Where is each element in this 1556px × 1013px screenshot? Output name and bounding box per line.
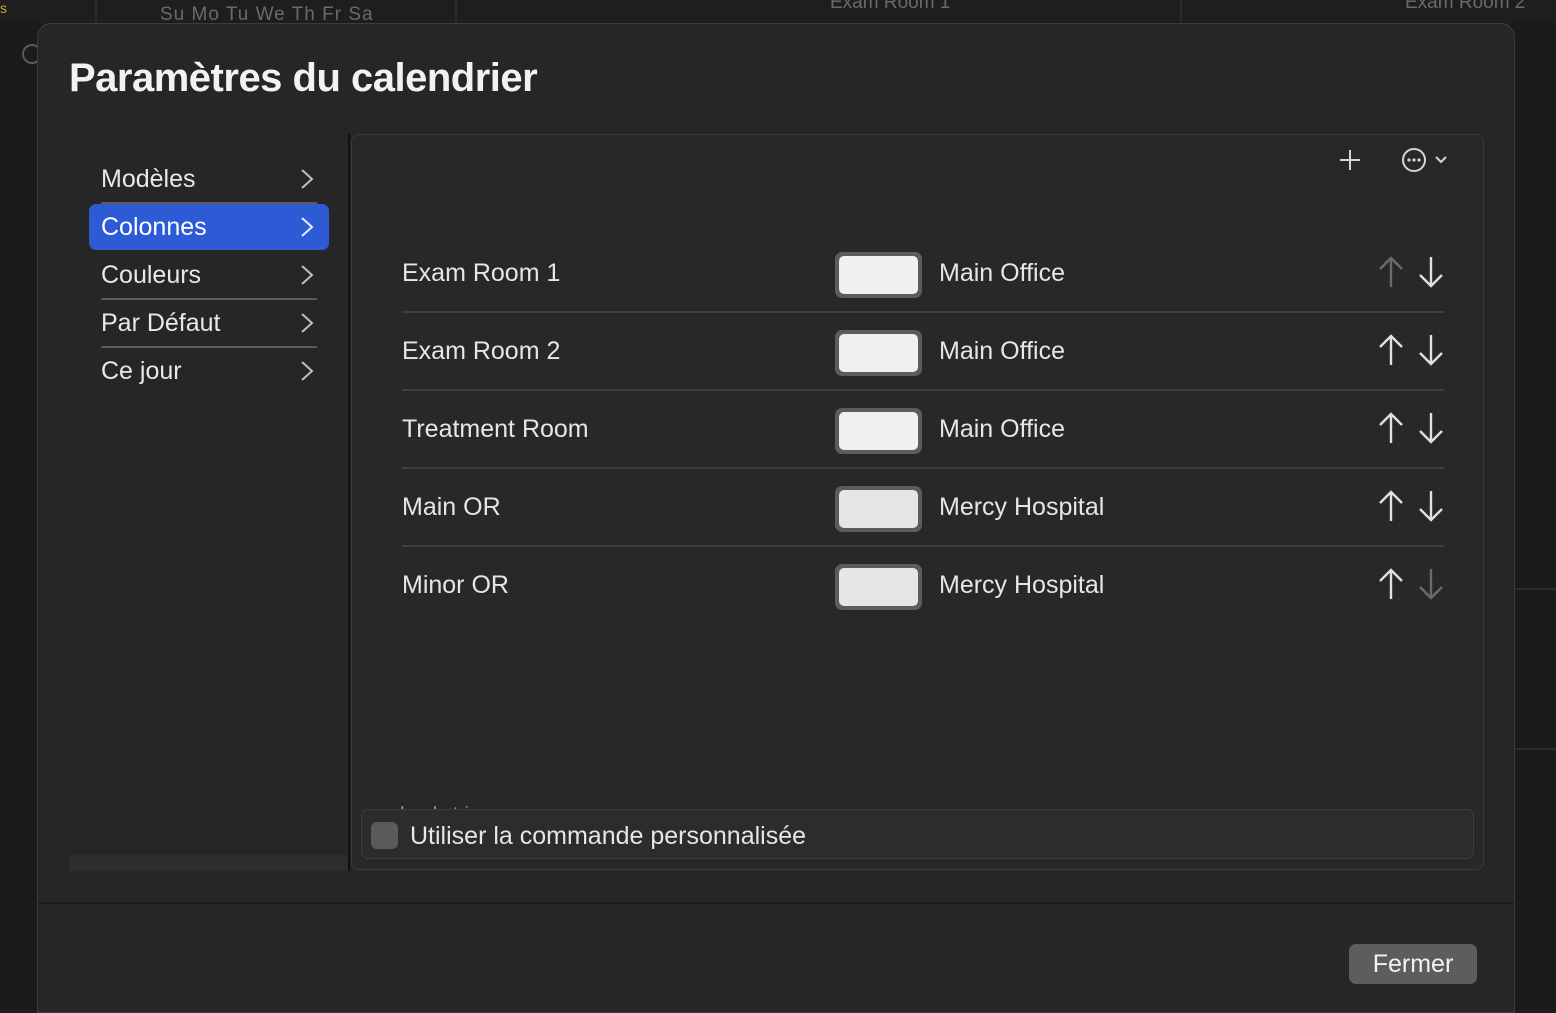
move-down-icon[interactable] xyxy=(1416,411,1446,445)
move-down-icon[interactable] xyxy=(1416,489,1446,523)
column-row[interactable]: Treatment Room Main Office xyxy=(402,391,1444,469)
chevron-right-icon xyxy=(301,169,314,189)
column-name: Exam Room 1 xyxy=(402,259,561,287)
background-divider xyxy=(1515,588,1556,590)
column-row[interactable]: Main OR Mercy Hospital xyxy=(402,469,1444,547)
columns-panel: Exam Room 1 Main Office Exam Room 2 Main… xyxy=(351,134,1484,870)
custom-order-checkbox[interactable] xyxy=(371,822,398,849)
move-up-icon[interactable] xyxy=(1376,411,1406,445)
chevron-right-icon xyxy=(301,265,314,285)
column-row[interactable]: Exam Room 2 Main Office xyxy=(402,313,1444,391)
sidebar-item-label: Par Défaut xyxy=(101,309,221,337)
sidebar-item-label: Ce jour xyxy=(101,357,182,385)
calendar-settings-dialog: Paramètres du calendrier Modèles Colonne… xyxy=(37,23,1515,1013)
custom-order-option: Utiliser la commande personnalisée xyxy=(361,809,1474,859)
color-swatch[interactable] xyxy=(835,408,922,454)
background-column-header: Exam Room 2 xyxy=(1405,0,1526,13)
sidebar-item-ce-jour[interactable]: Ce jour xyxy=(89,348,329,394)
column-row[interactable]: Exam Room 1 Main Office xyxy=(402,235,1444,313)
background-divider xyxy=(1180,0,1182,22)
column-name: Treatment Room xyxy=(402,415,589,443)
column-name: Minor OR xyxy=(402,571,509,599)
sidebar-item-par-defaut[interactable]: Par Défaut xyxy=(89,300,329,348)
background-fragment: s xyxy=(0,0,7,16)
chevron-right-icon xyxy=(301,361,314,381)
move-down-icon[interactable] xyxy=(1416,333,1446,367)
column-location: Main Office xyxy=(939,337,1065,365)
move-down-icon[interactable] xyxy=(1416,567,1446,601)
plus-icon[interactable] xyxy=(1337,145,1363,175)
background-divider xyxy=(455,0,457,22)
background-column-header: Exam Room 1 xyxy=(830,0,951,13)
move-up-icon[interactable] xyxy=(1376,567,1406,601)
sidebar-item-label: Couleurs xyxy=(101,261,202,289)
sidebar-item-modeles[interactable]: Modèles xyxy=(89,156,329,204)
color-swatch[interactable] xyxy=(835,330,922,376)
settings-sidebar: Modèles Colonnes Couleurs Par Défaut Ce … xyxy=(89,156,329,396)
chevron-right-icon xyxy=(301,217,314,237)
sidebar-footer xyxy=(69,855,349,871)
color-swatch[interactable] xyxy=(835,486,922,532)
column-location: Mercy Hospital xyxy=(939,493,1105,521)
move-up-icon[interactable] xyxy=(1376,255,1406,289)
custom-order-label[interactable]: Utiliser la commande personnalisée xyxy=(410,822,806,851)
footer-divider xyxy=(38,902,1514,904)
chevron-right-icon xyxy=(301,313,314,333)
dialog-title: Paramètres du calendrier xyxy=(69,56,538,100)
background-divider xyxy=(95,0,97,22)
column-location: Mercy Hospital xyxy=(939,571,1105,599)
move-up-icon[interactable] xyxy=(1376,489,1406,523)
sidebar-item-label: Modèles xyxy=(101,165,196,193)
move-up-icon[interactable] xyxy=(1376,333,1406,367)
column-name: Main OR xyxy=(402,493,501,521)
sidebar-item-colonnes[interactable]: Colonnes xyxy=(89,204,329,250)
split-divider[interactable] xyxy=(348,134,350,871)
sidebar-item-couleurs[interactable]: Couleurs xyxy=(89,252,329,300)
background-divider xyxy=(1515,748,1556,750)
column-location: Main Office xyxy=(939,415,1065,443)
column-row[interactable]: Minor OR Mercy Hospital xyxy=(402,547,1444,625)
move-down-icon[interactable] xyxy=(1416,255,1446,289)
color-swatch[interactable] xyxy=(835,564,922,610)
background-day-header: Su Mo Tu We Th Fr Sa xyxy=(160,4,374,22)
column-name: Exam Room 2 xyxy=(402,337,561,365)
column-location: Main Office xyxy=(939,259,1065,287)
close-button[interactable]: Fermer xyxy=(1349,944,1477,984)
sidebar-item-label: Colonnes xyxy=(101,213,207,241)
ellipsis-circle-icon[interactable] xyxy=(1401,145,1453,175)
color-swatch[interactable] xyxy=(835,252,922,298)
